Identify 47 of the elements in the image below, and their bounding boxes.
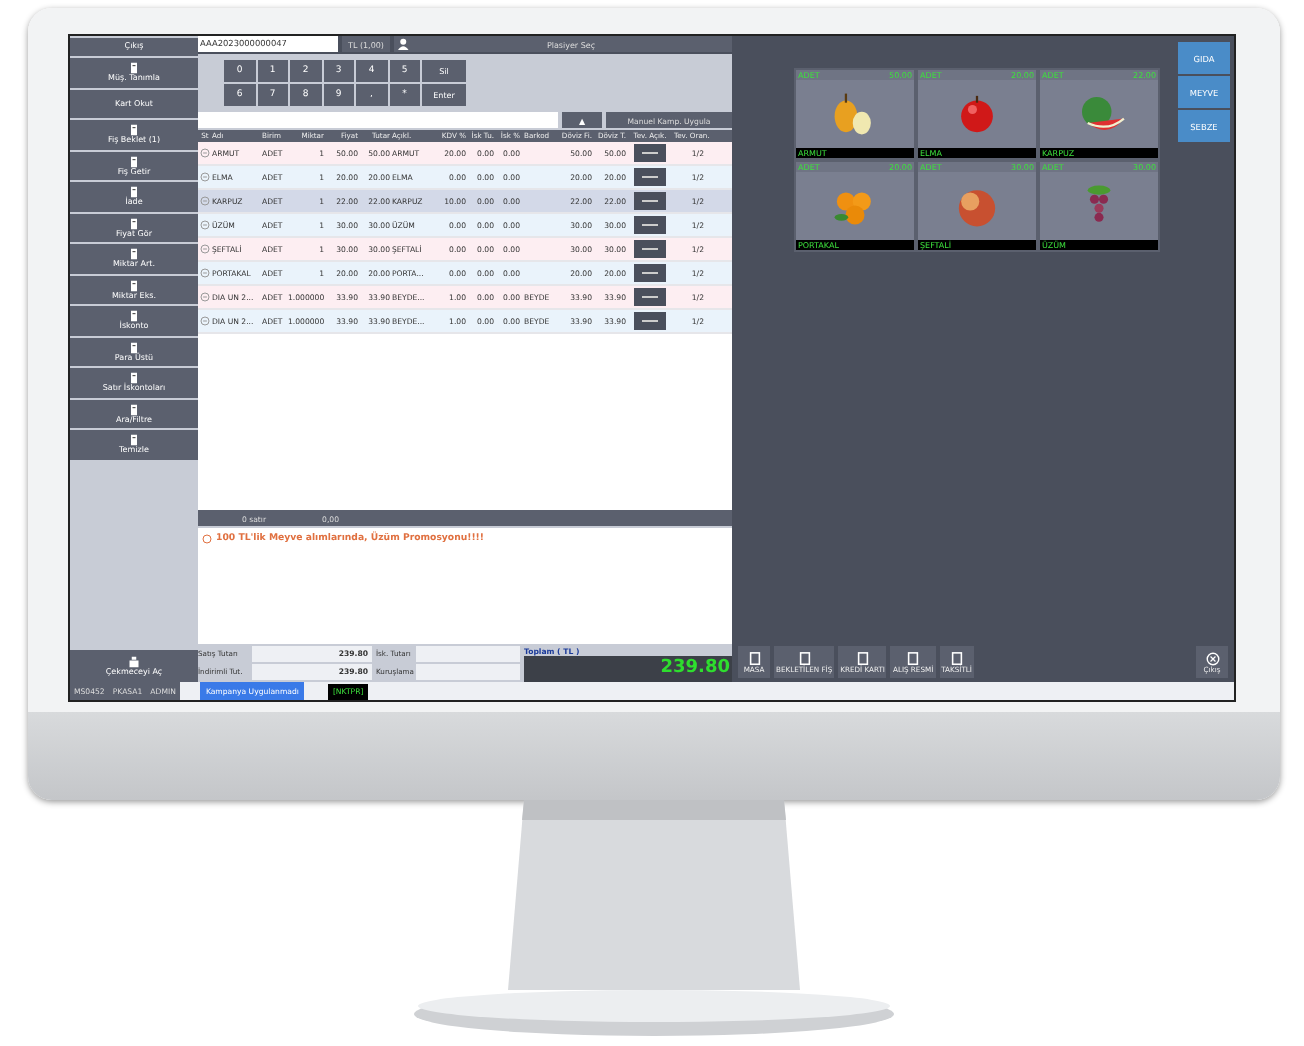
dash-icon <box>642 295 658 299</box>
warning-icon <box>202 534 212 544</box>
document-icon <box>126 341 142 354</box>
document-icon <box>126 279 142 292</box>
document-icon <box>126 62 142 75</box>
document-icon <box>126 124 142 137</box>
tevkifat-button[interactable] <box>634 192 666 210</box>
remove-icon[interactable] <box>200 268 210 278</box>
tevkifat-button[interactable] <box>634 144 666 162</box>
dash-icon <box>642 247 658 251</box>
dash-icon <box>642 271 658 275</box>
dash-icon <box>642 223 658 227</box>
remove-icon[interactable] <box>200 196 210 206</box>
remove-icon[interactable] <box>200 220 210 230</box>
person-icon <box>398 38 410 50</box>
remove-icon[interactable] <box>200 172 210 182</box>
dash-icon <box>642 199 658 203</box>
remove-icon[interactable] <box>200 316 210 326</box>
document-icon <box>126 372 142 385</box>
document-icon <box>904 651 923 665</box>
tevkifat-button[interactable] <box>634 168 666 186</box>
tevkifat-button[interactable] <box>634 264 666 282</box>
tevkifat-button[interactable] <box>634 288 666 306</box>
dash-icon <box>642 175 658 179</box>
document-icon <box>947 651 966 665</box>
document-icon <box>126 403 142 416</box>
document-icon <box>126 217 142 230</box>
close-icon <box>1203 651 1221 665</box>
dash-icon <box>642 151 658 155</box>
document-icon <box>745 651 763 665</box>
search-field[interactable] <box>198 112 558 128</box>
grand-total: 239.80 <box>524 656 732 682</box>
remove-icon[interactable] <box>200 292 210 302</box>
remove-icon[interactable] <box>200 148 210 158</box>
document-icon <box>126 248 142 261</box>
dash-icon <box>642 319 658 323</box>
tevkifat-button[interactable] <box>634 312 666 330</box>
tevkifat-button[interactable] <box>634 240 666 258</box>
document-icon <box>795 651 814 665</box>
document-icon <box>126 155 142 168</box>
document-icon <box>126 310 142 323</box>
document-icon <box>126 434 142 447</box>
document-icon <box>126 186 142 199</box>
remove-icon[interactable] <box>200 244 210 254</box>
tevkifat-button[interactable] <box>634 216 666 234</box>
drawer-icon <box>126 655 142 668</box>
document-icon <box>853 651 872 665</box>
